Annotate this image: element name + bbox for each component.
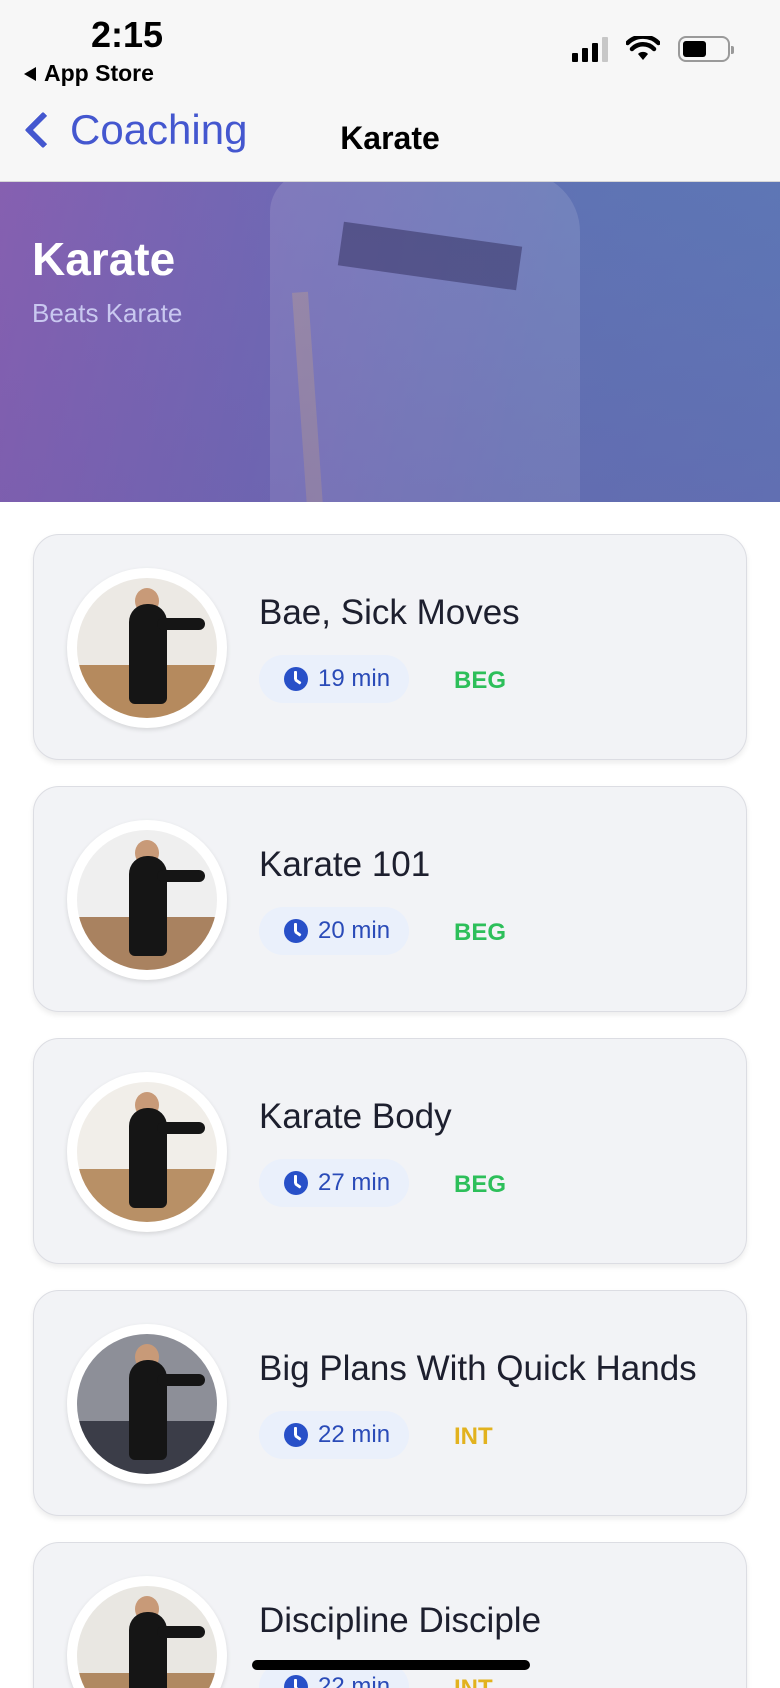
workout-thumbnail bbox=[67, 568, 227, 728]
workout-thumbnail bbox=[67, 1324, 227, 1484]
level-label: BEG bbox=[454, 1171, 507, 1198]
wifi-icon bbox=[626, 36, 660, 60]
nav-title: Karate bbox=[340, 120, 440, 156]
level-label: BEG bbox=[454, 667, 507, 694]
level-label: BEG bbox=[454, 919, 507, 946]
level-label: INT bbox=[454, 1675, 493, 1688]
duration-text: 19 min bbox=[318, 665, 391, 692]
hero-subtitle: Beats Karate bbox=[32, 298, 183, 328]
status-bar: 2:15 App Store bbox=[0, 0, 780, 96]
status-icons bbox=[572, 36, 734, 62]
duration-text: 22 min bbox=[318, 1673, 391, 1688]
duration-text: 20 min bbox=[318, 917, 391, 944]
duration-badge: 22 min bbox=[259, 1411, 409, 1459]
workout-title: Big Plans With Quick Hands bbox=[259, 1349, 697, 1388]
back-triangle-icon bbox=[24, 66, 36, 81]
hero-banner: Karate Beats Karate bbox=[0, 182, 780, 502]
hero-title: Karate bbox=[32, 233, 176, 285]
duration-text: 27 min bbox=[318, 1169, 391, 1196]
level-label: INT bbox=[454, 1423, 493, 1450]
navigation-bar: Coaching Karate bbox=[0, 96, 780, 182]
workout-title: Discipline Disciple bbox=[259, 1601, 542, 1640]
clock-icon bbox=[284, 667, 308, 691]
workout-title: Karate Body bbox=[259, 1097, 452, 1136]
workout-card[interactable]: Karate Body 27 min BEG bbox=[33, 1038, 747, 1264]
workout-thumbnail bbox=[67, 820, 227, 980]
home-indicator[interactable] bbox=[252, 1660, 530, 1670]
workout-card[interactable]: Bae, Sick Moves 19 min BEG bbox=[33, 534, 747, 760]
back-app-label: App Store bbox=[44, 60, 154, 86]
signal-icon bbox=[572, 36, 608, 62]
duration-badge: 27 min bbox=[259, 1159, 409, 1207]
clock-icon bbox=[284, 919, 308, 943]
duration-badge: 20 min bbox=[259, 907, 409, 955]
status-time: 2:15 bbox=[91, 14, 164, 55]
workout-title: Bae, Sick Moves bbox=[259, 593, 520, 632]
workout-thumbnail bbox=[67, 1072, 227, 1232]
workout-card[interactable]: Karate 101 20 min BEG bbox=[33, 786, 747, 1012]
workout-thumbnail bbox=[67, 1576, 227, 1688]
duration-text: 22 min bbox=[318, 1421, 391, 1448]
back-to-app-store[interactable]: App Store bbox=[24, 60, 154, 87]
clock-icon bbox=[284, 1423, 308, 1447]
battery-icon bbox=[678, 36, 734, 62]
workout-card[interactable]: Big Plans With Quick Hands 22 min INT bbox=[33, 1290, 747, 1516]
workout-title: Karate 101 bbox=[259, 845, 431, 884]
duration-badge: 19 min bbox=[259, 655, 409, 703]
clock-icon bbox=[284, 1675, 308, 1688]
clock-icon bbox=[284, 1171, 308, 1195]
